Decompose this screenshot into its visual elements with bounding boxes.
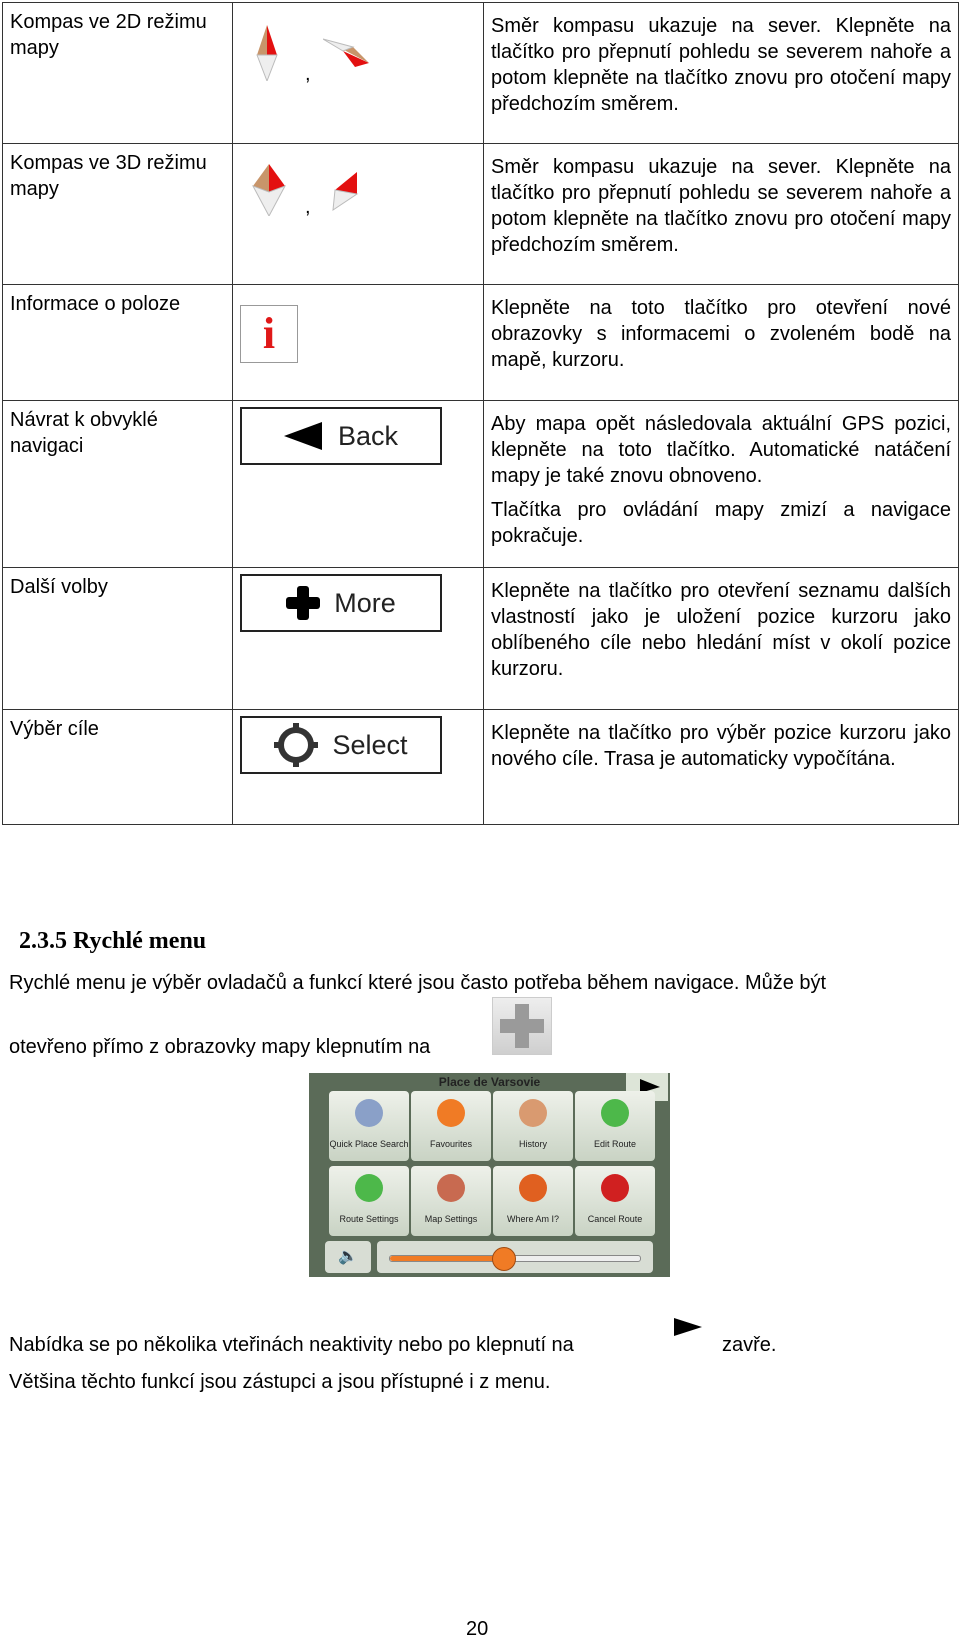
compass-2d-rotated-icon [323,38,369,67]
paragraph-line-end: zavře. [722,1334,777,1356]
back-arrow-icon [283,422,322,450]
volume-icon[interactable]: 🔈 [325,1241,371,1273]
controls-table: Kompas ve 2D režimu mapy , Směr kompasu … [2,2,959,825]
tile-map-settings[interactable]: Map Settings [411,1166,491,1236]
paragraph-line: Rychlé menu je výběr ovladačů a funkcí k… [9,972,827,994]
compass-3d-icon [251,164,287,216]
table-row: Kompas ve 2D režimu mapy , Směr kompasu … [2,2,959,144]
tile-quick-place-search[interactable]: Quick Place Search [329,1091,409,1161]
table-row: Návrat k obvyklé navigaci Back Aby mapa … [2,400,959,568]
paragraph-line: otevřeno přímo z obrazovky mapy klepnutí… [9,1036,504,1058]
play-arrow-icon [674,1318,702,1336]
more-button[interactable]: More [240,574,442,632]
tile-history[interactable]: History [493,1091,573,1161]
info-icon[interactable]: i [240,305,298,363]
paragraph-line: Nabídka se po několika vteřinách neaktiv… [9,1334,574,1356]
map-street-name: Place de Varsovie [438,1075,541,1089]
quick-menu-screenshot: Place de Varsovie Quick Place Search Fav… [309,1073,670,1277]
row-name: Další volby [2,567,233,710]
row-name: Návrat k obvyklé navigaci [2,400,233,568]
row-name: Informace o poloze [2,284,233,401]
compass-2d-icon [256,25,278,81]
compass-3d-rotated-icon [332,172,359,212]
row-name: Kompas ve 2D režimu mapy [2,2,233,144]
back-button[interactable]: Back [240,407,442,465]
crosshair-icon [274,723,319,767]
quick-menu-plus-icon [492,997,552,1055]
table-row: Výběr cíle Select Klepněte na tlačítko p… [2,709,959,825]
tile-route-settings[interactable]: Route Settings [329,1166,409,1236]
table-row: Kompas ve 3D režimu mapy , Směr kompasu … [2,143,959,285]
row-name: Kompas ve 3D režimu mapy [2,143,233,285]
volume-slider[interactable] [377,1241,653,1273]
plus-icon [286,586,321,620]
table-row: Další volby More Klepněte na tlačítko pr… [2,567,959,710]
tile-cancel-route[interactable]: Cancel Route [575,1166,655,1236]
slider-handle[interactable] [491,1247,516,1271]
tile-favourites[interactable]: Favourites [411,1091,491,1161]
tile-edit-route[interactable]: Edit Route [575,1091,655,1161]
page-number: 20 [466,1618,489,1640]
row-name: Výběr cíle [2,709,233,825]
paragraph-line: Většina těchto funkcí jsou zástupci a js… [9,1371,551,1393]
select-button[interactable]: Select [240,716,442,774]
tile-where-am-i[interactable]: Where Am I? [493,1166,573,1236]
table-row: Informace o poloze i Klepněte na toto tl… [2,284,959,401]
section-heading: 2.3.5 Rychlé menu [19,928,207,954]
